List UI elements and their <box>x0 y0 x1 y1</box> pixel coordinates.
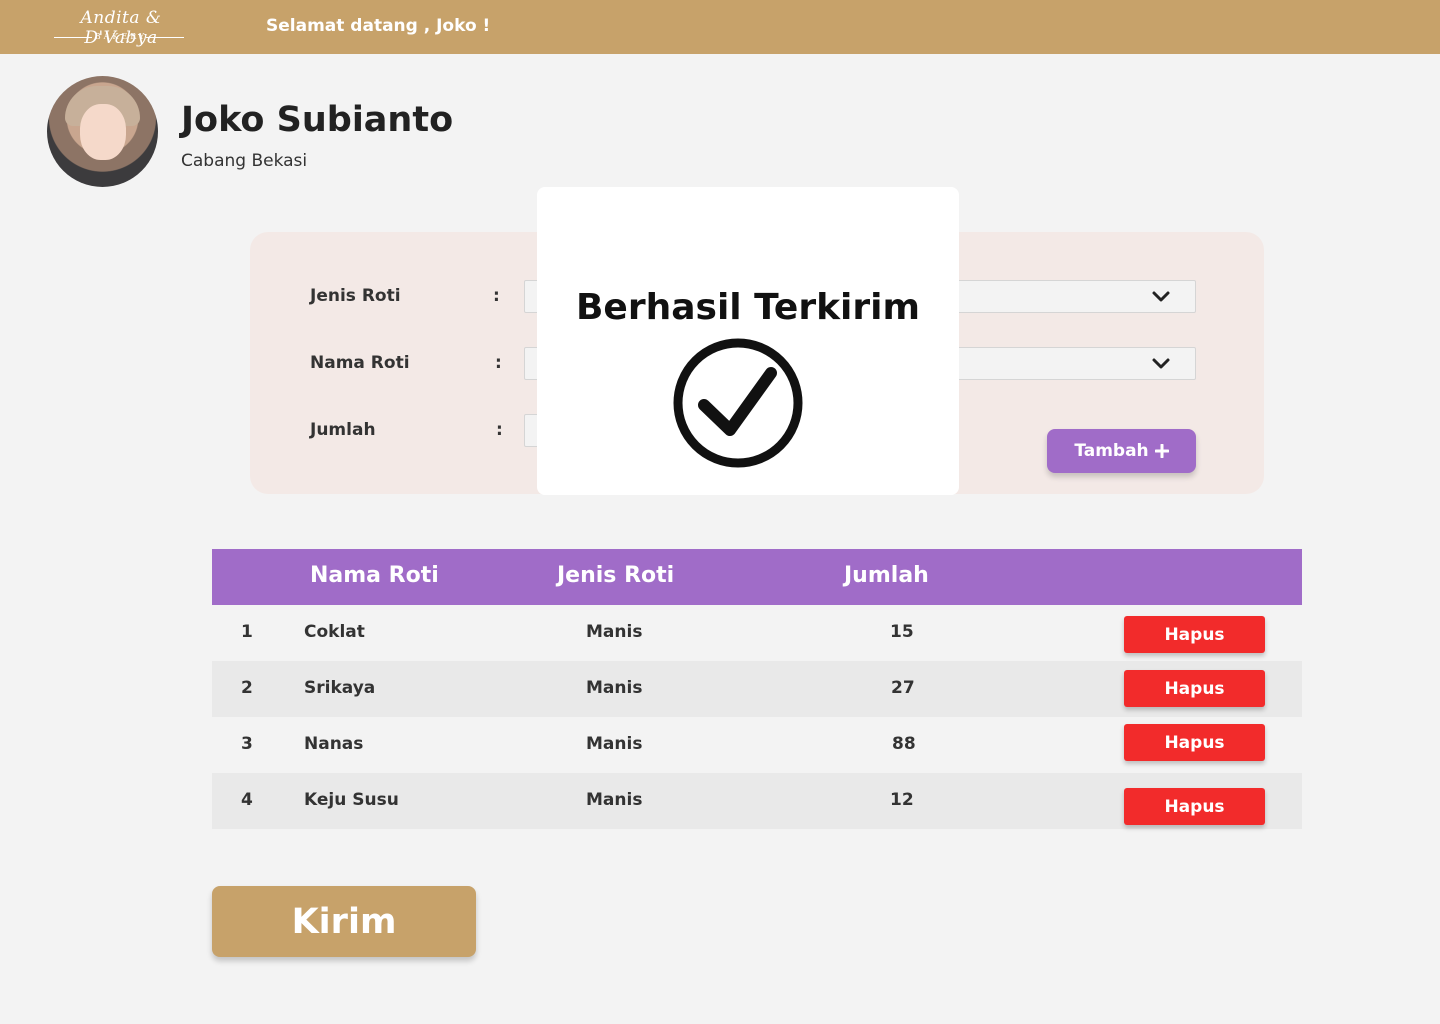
row-nama: Keju Susu <box>304 790 399 810</box>
chevron-down-icon <box>1152 358 1170 369</box>
row-number: 2 <box>241 678 253 698</box>
add-button-label: Tambah <box>1074 441 1149 461</box>
plus-icon <box>1154 444 1169 458</box>
column-header-nama: Nama Roti <box>310 563 439 588</box>
table-row: 2 Srikaya Manis 27 Hapus <box>212 661 1302 717</box>
table-row: 4 Keju Susu Manis 12 Hapus <box>212 773 1302 829</box>
chevron-down-icon <box>1152 291 1170 302</box>
success-modal: Berhasil Terkirim <box>537 187 959 495</box>
row-jumlah: 12 <box>890 790 914 810</box>
user-branch: Cabang Bekasi <box>181 151 308 171</box>
row-jumlah: 27 <box>891 678 915 698</box>
logo-divider <box>146 37 184 38</box>
modal-title: Berhasil Terkirim <box>575 287 920 328</box>
row-jumlah: 15 <box>890 622 914 642</box>
row-jumlah: 88 <box>892 734 916 754</box>
delete-button[interactable]: Hapus <box>1124 670 1265 707</box>
add-button[interactable]: Tambah <box>1047 429 1196 473</box>
jumlah-label: Jumlah <box>310 420 376 440</box>
row-number: 3 <box>241 734 253 754</box>
column-header-jenis: Jenis Roti <box>557 563 675 588</box>
delete-button[interactable]: Hapus <box>1124 616 1265 653</box>
submit-button[interactable]: Kirim <box>212 886 476 957</box>
row-nama: Srikaya <box>304 678 376 698</box>
row-nama: Coklat <box>304 622 365 642</box>
check-circle-icon <box>673 338 803 468</box>
logo-text: Andita & D'Vabya <box>80 8 162 48</box>
bakery-logo[interactable]: Andita & D'Vabya BAKERY <box>46 8 196 48</box>
row-jenis: Manis <box>586 734 643 754</box>
delete-button[interactable]: Hapus <box>1124 724 1265 761</box>
row-jenis: Manis <box>586 790 643 810</box>
row-number: 4 <box>241 790 253 810</box>
column-header-jumlah: Jumlah <box>844 563 929 588</box>
delete-button[interactable]: Hapus <box>1124 788 1265 825</box>
jumlah-colon: : <box>496 420 503 440</box>
row-jenis: Manis <box>586 678 643 698</box>
avatar <box>47 76 158 187</box>
table-row: 3 Nanas Manis 88 Hapus <box>212 717 1302 773</box>
nama-roti-label: Nama Roti <box>310 353 410 373</box>
row-jenis: Manis <box>586 622 643 642</box>
top-bar: Andita & D'Vabya BAKERY Selamat datang ,… <box>0 0 1440 54</box>
avatar-face <box>80 104 126 160</box>
table-header: Nama Roti Jenis Roti Jumlah <box>212 549 1302 605</box>
welcome-message: Selamat datang , Joko ! <box>266 16 491 36</box>
jenis-roti-colon: : <box>493 286 500 306</box>
jenis-roti-label: Jenis Roti <box>310 286 401 306</box>
row-nama: Nanas <box>304 734 364 754</box>
nama-roti-colon: : <box>495 353 502 373</box>
user-name: Joko Subianto <box>181 100 454 140</box>
table-row: 1 Coklat Manis 15 Hapus <box>212 605 1302 661</box>
row-number: 1 <box>241 622 253 642</box>
